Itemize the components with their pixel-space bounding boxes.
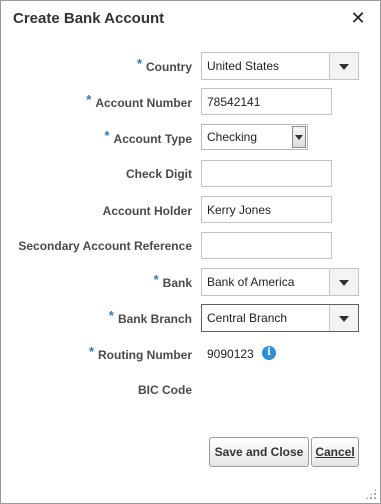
secondary-account-reference-field[interactable]: [201, 232, 332, 259]
account-type-select[interactable]: Checking: [201, 124, 308, 150]
resize-grip[interactable]: [365, 488, 377, 500]
account-type-select-value: Checking: [207, 130, 258, 144]
account-holder-label: Account Holder: [102, 204, 192, 218]
country-label-text: Country: [146, 60, 192, 74]
bank-branch-select-value: Central Branch: [207, 311, 288, 325]
routing-number-label-text: Routing Number: [98, 348, 192, 362]
account-holder-field[interactable]: [201, 196, 332, 223]
account-number-field[interactable]: [201, 88, 332, 115]
check-digit-field[interactable]: [201, 160, 332, 187]
info-icon[interactable]: i: [262, 346, 276, 360]
dialog-title: Create Bank Account: [13, 10, 165, 27]
required-marker: *: [86, 92, 92, 107]
save-and-close-button[interactable]: Save and Close: [209, 437, 309, 467]
create-bank-account-dialog: Create Bank Account ✕ * Country United St…: [0, 0, 381, 504]
chevron-down-icon: [295, 135, 303, 140]
bank-select[interactable]: Bank of America: [201, 268, 359, 296]
required-marker: *: [136, 56, 142, 71]
chevron-down-icon: [339, 280, 349, 286]
required-marker: *: [153, 272, 159, 287]
bank-branch-dropdown-button[interactable]: [329, 305, 358, 331]
bank-branch-label: * Bank Branch: [108, 308, 192, 326]
routing-number-value: 9090123: [207, 347, 254, 361]
required-marker: *: [108, 308, 114, 323]
close-icon[interactable]: ✕: [350, 8, 366, 28]
bank-select-value: Bank of America: [207, 275, 295, 289]
account-number-label-text: Account Number: [95, 96, 192, 110]
account-type-dropdown-button[interactable]: [292, 126, 306, 148]
required-marker: *: [104, 128, 110, 143]
country-select-value: United States: [207, 59, 280, 73]
check-digit-label: Check Digit: [125, 167, 192, 181]
chevron-down-icon: [339, 316, 349, 322]
bank-branch-label-text: Bank Branch: [117, 312, 192, 326]
country-select[interactable]: United States: [201, 52, 359, 80]
chevron-down-icon: [339, 64, 349, 70]
bank-label-text: Bank: [162, 276, 192, 290]
country-dropdown-button[interactable]: [329, 53, 358, 79]
required-marker: *: [88, 344, 94, 359]
cancel-button[interactable]: Cancel: [311, 437, 359, 467]
bank-branch-select[interactable]: Central Branch: [201, 304, 359, 332]
account-type-label-text: Account Type: [113, 132, 192, 146]
account-number-label: * Account Number: [86, 92, 192, 110]
country-label: * Country: [136, 56, 192, 74]
secondary-account-reference-label: Secondary Account Reference: [18, 239, 192, 253]
bank-dropdown-button[interactable]: [329, 269, 358, 295]
routing-number-label: * Routing Number: [88, 344, 192, 362]
bic-code-label: BIC Code: [138, 383, 192, 397]
bank-label: * Bank: [153, 272, 192, 290]
account-type-label: * Account Type: [104, 128, 192, 146]
